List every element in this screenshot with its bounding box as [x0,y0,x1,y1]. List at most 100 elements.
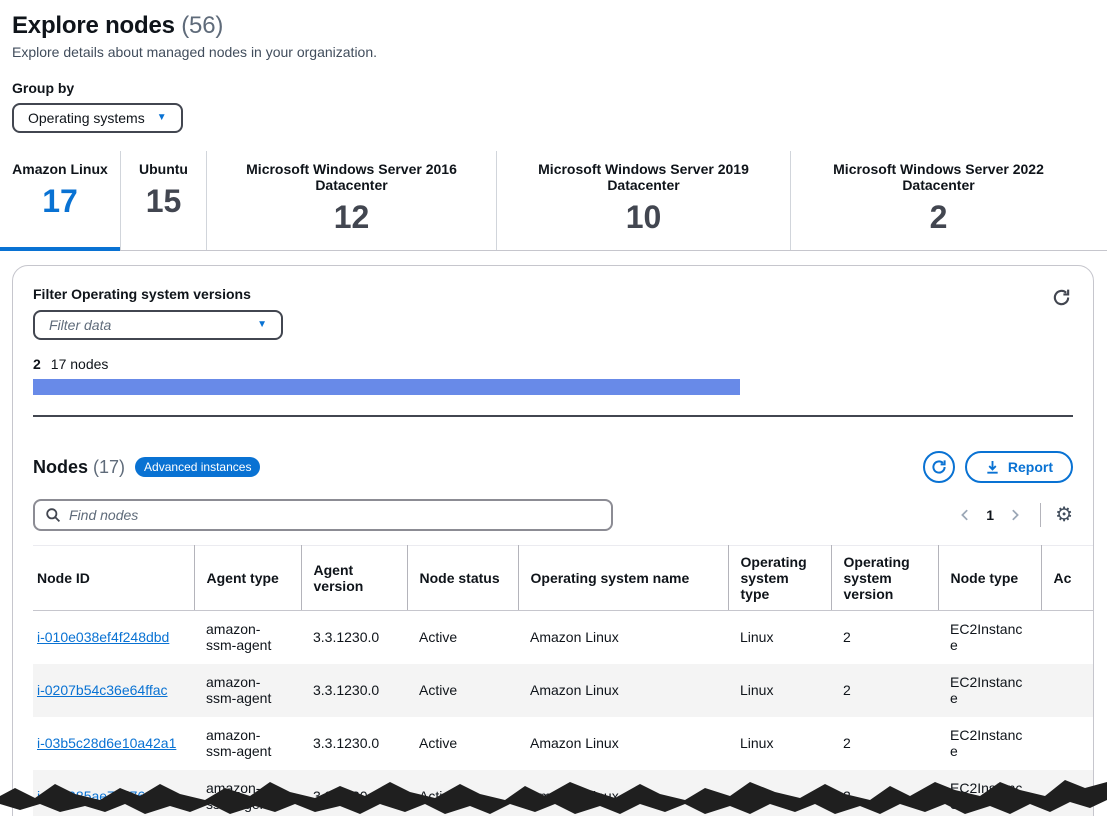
table-cell: Linux [728,717,831,770]
table-cell: Amazon Linux [518,770,728,816]
next-page-button[interactable] [1004,504,1026,526]
os-tab-microsoft-windows-server-2019-datacenter[interactable]: Microsoft Windows Server 2019 Datacenter… [497,151,791,250]
tab-count: 12 [213,199,490,236]
tab-count: 15 [127,183,200,220]
refresh-icon [931,459,947,475]
nodes-count: (17) [93,457,125,477]
page-title-count: (56) [181,12,223,39]
os-tab-ubuntu[interactable]: Ubuntu 15 [121,151,207,250]
tab-label: Microsoft Windows Server 2022 Datacenter [797,161,1080,193]
nodes-card: Filter Operating system versions Filter … [12,265,1094,816]
nodes-title: Nodes (17) [33,457,125,478]
table-cell: 2 [831,717,938,770]
group-by-section: Group by Operating systems ▼ [0,60,1107,133]
node-id-cell: i-0207b54c36e64ffac [33,664,194,717]
table-cell: Active [407,664,518,717]
node-id-link[interactable]: i-03b5c28d6e10a42a1 [37,735,176,751]
pagination: 1 ⚙ [954,503,1073,527]
chevron-left-icon [958,508,972,522]
os-tab-microsoft-windows-server-2022-datacenter[interactable]: Microsoft Windows Server 2022 Datacenter… [791,151,1086,250]
page-subtitle: Explore details about managed nodes in y… [12,44,1107,60]
tab-label: Microsoft Windows Server 2016 Datacenter [213,161,490,193]
table-cell: Active [407,717,518,770]
nodes-header: Nodes (17) Advanced instances Report [33,451,1073,483]
table-cell: amazon-ssm-agent [194,717,301,770]
table-cell: Linux [728,611,831,664]
report-button[interactable]: Report [965,451,1073,483]
prev-page-button[interactable] [954,504,976,526]
table-cell: Active [407,611,518,664]
tab-label: Ubuntu [127,161,200,177]
table-row: i-0207b54c36e64ffacamazon-ssm-agent3.3.1… [33,664,1094,717]
node-id-cell: i-010e038ef4f248dbd [33,611,194,664]
filter-placeholder: Filter data [49,317,111,333]
column-header-node-id: Node ID [33,546,194,611]
column-header-node-type: Node type [938,546,1041,611]
table-row: i-03b5c28d6e10a42a1 amazon-ssm-agent3.3.1… [33,717,1094,770]
filter-data-select[interactable]: Filter data ▼ [33,310,283,340]
group-by-select[interactable]: Operating systems ▼ [12,103,183,133]
table-cell: amazon-ssm-agent [194,770,301,816]
table-cell: Amazon Linux [518,611,728,664]
filter-label: Filter Operating system versions [33,286,1073,302]
os-tabs: Amazon Linux17Ubuntu15Microsoft Windows … [0,151,1107,251]
os-tab-amazon-linux[interactable]: Amazon Linux 17 [0,151,121,250]
node-id-link[interactable]: i-0207b54c36e64ffac [37,682,168,698]
node-id-link[interactable]: i-010e038ef4f248dbd [37,629,169,645]
tab-count: 10 [503,199,784,236]
table-cell: Amazon Linux [518,664,728,717]
table-row: i-010e038ef4f248dbdamazon-ssm-agent3.3.1… [33,611,1094,664]
page-title-text: Explore nodes [12,12,175,39]
table-cell: 2 [831,770,938,816]
table-cell: EC2Instance [938,770,1041,816]
table-cell: 2 [831,664,938,717]
table-cell [1041,664,1094,717]
chart-category-label: 2 [33,356,41,372]
current-page[interactable]: 1 [980,507,1000,523]
column-header-agent-version: Agent version [301,546,407,611]
node-id-cell: i-03b5c28d6e10a42a1 [33,717,194,770]
table-cell: Linux [728,770,831,816]
nodes-table: Node IDAgent typeAgent versionNode statu… [33,545,1094,816]
table-row: i-03b985ae75c76da56 amazon-ssm-agent3.3.1… [33,770,1094,816]
table-cell: 2 [831,611,938,664]
explore-nodes-page: Explore nodes (56) Explore details about… [0,0,1107,816]
page-title: Explore nodes (56) [12,12,1107,40]
settings-gear-icon[interactable]: ⚙ [1055,505,1073,525]
chart-labels: 2 17 nodes [33,356,1073,372]
column-header-agent-type: Agent type [194,546,301,611]
os-version-bar-chart: 2 17 nodes [33,356,1073,417]
table-toolbar: 1 ⚙ [33,499,1073,531]
group-by-value: Operating systems [28,110,145,126]
advanced-instances-badge: Advanced instances [135,457,260,477]
table-cell: amazon-ssm-agent [194,664,301,717]
group-by-label: Group by [12,80,1107,96]
table-cell: Linux [728,664,831,717]
table-cell: EC2Instance [938,611,1041,664]
search-input[interactable] [69,507,601,523]
os-tab-microsoft-windows-server-2016-datacenter[interactable]: Microsoft Windows Server 2016 Datacenter… [207,151,497,250]
chevron-down-icon: ▼ [157,113,167,123]
column-header-operating-system-name: Operating system name [518,546,728,611]
table-cell: 3.3.1230.0 [301,717,407,770]
node-id-cell: i-03b985ae75c76da56 [33,770,194,816]
column-header-operating-system-type: Operating system type [728,546,831,611]
node-id-link[interactable]: i-03b985ae75c76da56 [37,788,176,804]
panel-refresh-icon[interactable] [1052,288,1071,312]
table-cell: Active [407,770,518,816]
column-header-ac: Ac [1041,546,1094,611]
tab-count: 2 [797,199,1080,236]
column-header-node-status: Node status [407,546,518,611]
chart-value-label: 17 nodes [51,356,109,372]
tab-label: Amazon Linux [6,161,114,177]
table-cell: 3.3.1230.0 [301,770,407,816]
search-box[interactable] [33,499,613,531]
refresh-button[interactable] [923,451,955,483]
table-cell [1041,770,1094,816]
chart-bar[interactable] [33,379,740,395]
table-cell: EC2Instance [938,717,1041,770]
table-header: Node IDAgent typeAgent versionNode statu… [33,546,1094,611]
tab-count: 17 [6,183,114,220]
download-icon [985,460,1000,475]
table-cell: amazon-ssm-agent [194,611,301,664]
